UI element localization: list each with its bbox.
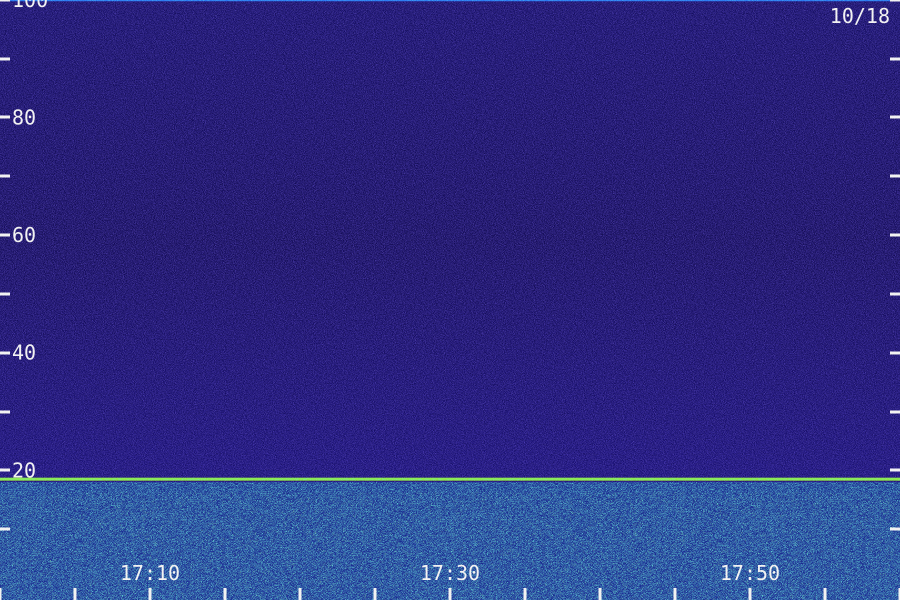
y-tick-right [890, 292, 900, 296]
y-tick-left [0, 351, 10, 355]
date-label: 10/18 [830, 4, 890, 28]
x-tick [523, 588, 527, 600]
constant-line-texture-1 [0, 478, 900, 481]
x-tick [823, 588, 827, 600]
constant-line-texture-0 [0, 0, 900, 1]
y-tick-right [890, 410, 900, 414]
x-tick [148, 588, 152, 600]
y-tick-right [890, 0, 900, 2]
x-tick [748, 588, 752, 600]
y-tick-left [0, 233, 10, 237]
y-tick-right [890, 527, 900, 531]
y-tick-right [890, 174, 900, 178]
y-tick-label: 80 [12, 105, 36, 129]
x-tick-label: 17:30 [420, 561, 480, 585]
y-tick-left [0, 527, 10, 531]
y-tick-left [0, 292, 10, 296]
y-tick-label: 60 [12, 223, 36, 247]
y-tick-label: 100 [12, 0, 48, 12]
spectrogram-plot: 100 80 60 40 20 17:10 17:30 17:50 10/18 [0, 0, 900, 600]
y-tick-left [0, 57, 10, 61]
y-tick-right [890, 115, 900, 119]
spectrogram-svg: 100 80 60 40 20 17:10 17:30 17:50 10/18 [0, 0, 900, 600]
x-tick [448, 588, 452, 600]
y-tick-left [0, 115, 10, 119]
y-tick-right [890, 468, 900, 472]
x-tick [0, 588, 2, 600]
y-tick-left [0, 0, 10, 2]
y-tick-label: 20 [12, 458, 36, 482]
x-tick [373, 588, 377, 600]
x-tick [298, 588, 302, 600]
y-tick-right [890, 351, 900, 355]
y-tick-left [0, 410, 10, 414]
y-tick-left [0, 174, 10, 178]
x-tick [598, 588, 602, 600]
x-tick [73, 588, 77, 600]
y-tick-right [890, 57, 900, 61]
x-tick-label: 17:50 [720, 561, 780, 585]
y-tick-label: 40 [12, 341, 36, 365]
y-tick-right [890, 233, 900, 237]
y-tick-left [0, 468, 10, 472]
x-tick [223, 588, 227, 600]
x-tick [673, 588, 677, 600]
x-tick-label: 17:10 [120, 561, 180, 585]
